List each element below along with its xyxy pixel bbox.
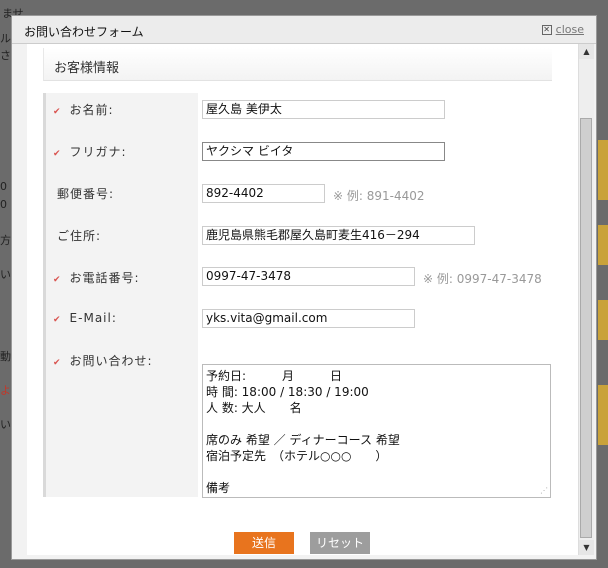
contact-form-modal: お問い合わせフォーム ✕ close お客様情報 ✔ お名前: 屋久島 美伊太 ✔ フ… (11, 15, 597, 560)
name-field[interactable]: 屋久島 美伊太 (202, 100, 445, 119)
close-label: close (555, 23, 584, 36)
form-content: お客様情報 ✔ お名前: 屋久島 美伊太 ✔ フリガナ: ヤクシマ ビイタ 郵便番号… (27, 44, 578, 555)
scrollbar[interactable]: ▲ ▼ (578, 44, 594, 555)
phone-hint: ※ 例: 0997-47-3478 (423, 272, 542, 286)
background-text: よ (0, 384, 11, 397)
phone-label: ✔ お電話番号: (53, 271, 140, 285)
close-icon: ✕ (541, 25, 552, 35)
scroll-down-arrow-icon[interactable]: ▼ (579, 540, 594, 555)
background-text: い (0, 268, 11, 281)
required-check-icon: ✔ (53, 275, 62, 285)
background-text: さ (0, 49, 11, 62)
email-label: ✔ E-Mail: (53, 311, 117, 325)
inquiry-textarea[interactable]: 予約日: 月 日 時 間: 18:00 / 18:30 / 19:00 人 数:… (202, 364, 551, 498)
required-check-icon: ✔ (53, 107, 62, 117)
required-check-icon: ✔ (53, 149, 62, 159)
postal-label: 郵便番号: (57, 187, 115, 201)
section-title: お客様情報 (54, 61, 120, 76)
scrollbar-thumb[interactable] (580, 118, 592, 538)
postal-hint: ※ 例: 891-4402 (333, 189, 425, 203)
background-block (598, 225, 608, 265)
furigana-label: ✔ フリガナ: (53, 145, 127, 159)
background-text: 方 (0, 234, 11, 247)
scroll-up-arrow-icon[interactable]: ▲ (579, 44, 594, 59)
modal-titlebar: お問い合わせフォーム ✕ close (12, 16, 596, 44)
reset-button[interactable]: リセット (310, 532, 370, 554)
name-label: ✔ お名前: (53, 103, 114, 117)
address-field[interactable]: 鹿児島県熊毛郡屋久島町麦生416－294 (202, 226, 475, 245)
address-label: ご住所: (57, 229, 102, 243)
background-text: 0 (0, 180, 7, 193)
modal-title: お問い合わせフォーム (24, 25, 144, 39)
required-check-icon: ✔ (53, 358, 62, 368)
close-button[interactable]: ✕ close (541, 23, 584, 36)
postal-code-field[interactable]: 892-4402 (202, 184, 325, 203)
background-block (598, 385, 608, 445)
inquiry-label: ✔ お問い合わせ: (53, 354, 153, 368)
background-text: 0 (0, 198, 7, 211)
email-field[interactable]: yks.vita@gmail.com (202, 309, 415, 328)
required-check-icon: ✔ (53, 315, 62, 325)
resize-grip-icon[interactable]: ⋰ (540, 487, 548, 495)
background-block (598, 140, 608, 200)
section-header: お客様情報 (43, 48, 552, 81)
background-block (598, 300, 608, 340)
background-text: い (0, 418, 11, 431)
background-text: 動 (0, 350, 11, 363)
inquiry-text: 予約日: 月 日 時 間: 18:00 / 18:30 / 19:00 人 数:… (206, 369, 400, 495)
furigana-field[interactable]: ヤクシマ ビイタ (202, 142, 445, 161)
phone-field[interactable]: 0997-47-3478 (202, 267, 415, 286)
background-text: ル (0, 32, 11, 45)
submit-button[interactable]: 送信 (234, 532, 294, 554)
